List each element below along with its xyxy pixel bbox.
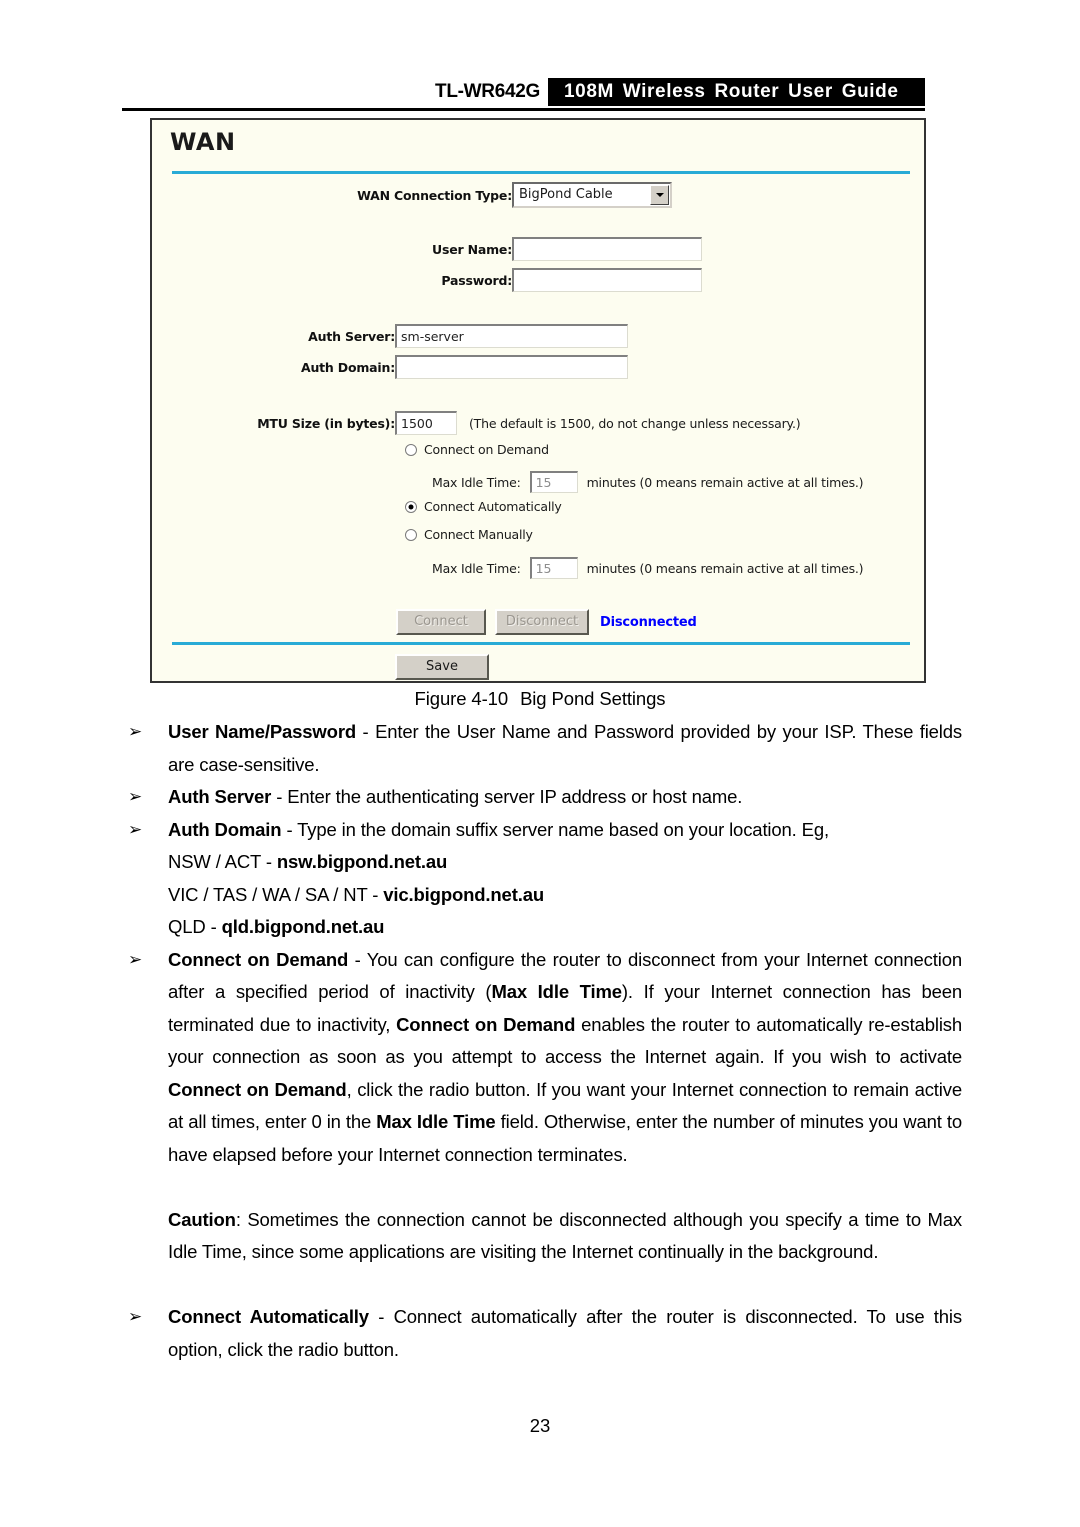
bullet-marker-icon: ➢ bbox=[128, 949, 143, 969]
caution-text: : Sometimes the connection cannot be dis… bbox=[168, 1208, 962, 1263]
password-input[interactable] bbox=[512, 268, 702, 292]
radio-label-connect-manually: Connect Manually bbox=[424, 527, 533, 542]
radio-icon-connect-automatically[interactable] bbox=[405, 500, 417, 513]
wan-connection-type-label: WAN Connection Type: bbox=[357, 187, 512, 203]
bullet-marker-icon: ➢ bbox=[128, 787, 143, 806]
radio-connect-automatically[interactable]: Connect Automatically bbox=[405, 499, 562, 514]
max-idle-time-input-2[interactable]: 15 bbox=[529, 557, 578, 579]
bullet-marker-icon: ➢ bbox=[128, 819, 143, 839]
auth-domain-input[interactable] bbox=[395, 355, 628, 379]
bullet-user-name-password: ➢ User Name/Password - Enter the User Na… bbox=[122, 716, 962, 781]
domain-example-vic: VIC / TAS / WA / SA / NT - vic.bigpond.n… bbox=[122, 879, 962, 912]
header-row: TL-WR642G 108M Wireless Router User Guid… bbox=[122, 78, 925, 106]
panel-top-rule bbox=[172, 171, 910, 174]
domain-example-qld: QLD - qld.bigpond.net.au bbox=[122, 911, 962, 944]
cod-b2: Connect on Demand bbox=[396, 1013, 576, 1035]
text-auth-domain: Type in the domain suffix server name ba… bbox=[297, 818, 829, 840]
auth-server-row: Auth Server: sm-server bbox=[308, 324, 628, 348]
auth-server-label: Auth Server: bbox=[308, 328, 395, 344]
disconnect-button[interactable]: Disconnect bbox=[495, 609, 589, 635]
auth-domain-row: Auth Domain: bbox=[301, 355, 628, 379]
cod-b4: Max Idle Time bbox=[376, 1111, 496, 1132]
mtu-size-row: MTU Size (in bytes): 1500 (The default i… bbox=[257, 411, 801, 435]
radio-connect-on-demand[interactable]: Connect on Demand bbox=[405, 442, 549, 457]
user-name-input[interactable] bbox=[512, 237, 702, 261]
figure-caption-text: Big Pond Settings bbox=[520, 688, 666, 709]
user-name-label: User Name: bbox=[432, 241, 512, 257]
wan-connection-type-row: WAN Connection Type: BigPond Cable bbox=[357, 182, 672, 208]
auth-domain-label: Auth Domain: bbox=[300, 359, 395, 375]
caution-term: Caution bbox=[168, 1208, 236, 1230]
save-row: Save bbox=[395, 654, 489, 680]
auth-server-input[interactable]: sm-server bbox=[395, 324, 628, 348]
header-divider-rule bbox=[122, 108, 925, 111]
bullet-connect-on-demand: ➢ Connect on Demand - You can configure … bbox=[122, 944, 962, 1172]
radio-label-connect-on-demand: Connect on Demand bbox=[424, 442, 549, 457]
term-connect-automatically: Connect Automatically bbox=[168, 1306, 369, 1327]
dash-1: - bbox=[271, 786, 288, 807]
connection-status-badge: Disconnected bbox=[600, 614, 697, 630]
radio-label-connect-automatically: Connect Automatically bbox=[424, 499, 562, 514]
bullet-auth-server: ➢ Auth Server - Enter the authenticating… bbox=[122, 781, 962, 814]
domain-region-nsw: NSW / ACT - bbox=[168, 851, 277, 872]
chevron-down-icon[interactable] bbox=[650, 185, 669, 205]
bullet-auth-domain: ➢ Auth Domain - Type in the domain suffi… bbox=[122, 814, 962, 847]
mtu-size-label: MTU Size (in bytes): bbox=[257, 415, 395, 431]
domain-region-vic: VIC / TAS / WA / SA / NT - bbox=[168, 883, 384, 905]
domain-example-nsw: NSW / ACT - nsw.bigpond.net.au bbox=[122, 846, 962, 879]
max-idle-time-label-1: Max Idle Time: bbox=[432, 474, 521, 490]
dash-cod: - bbox=[348, 948, 367, 970]
term-user-name-password: User Name/Password bbox=[168, 721, 357, 742]
term-auth-server: Auth Server bbox=[168, 786, 272, 807]
body-copy: ➢ User Name/Password - Enter the User Na… bbox=[122, 716, 962, 1366]
page-header: TL-WR642G 108M Wireless Router User Guid… bbox=[122, 78, 925, 112]
domain-value-qld: qld.bigpond.net.au bbox=[221, 916, 385, 937]
wan-connection-type-value: BigPond Cable bbox=[519, 187, 613, 202]
cod-b1: Max Idle Time bbox=[491, 981, 622, 1002]
dash-ca: - bbox=[368, 1306, 394, 1327]
term-auth-domain: Auth Domain bbox=[168, 818, 282, 840]
page-number: 23 bbox=[529, 1415, 551, 1436]
domain-value-vic: vic.bigpond.net.au bbox=[383, 883, 544, 905]
max-idle-time-input-1[interactable]: 15 bbox=[529, 471, 578, 493]
wan-settings-screenshot: WAN WAN Connection Type: BigPond Cable U… bbox=[150, 118, 926, 683]
connect-button[interactable]: Connect bbox=[396, 609, 486, 635]
radio-icon-connect-on-demand[interactable] bbox=[405, 443, 417, 456]
connection-action-row: Connect Disconnect Disconnected bbox=[396, 609, 697, 635]
radio-icon-connect-manually[interactable] bbox=[405, 528, 417, 541]
radio-connect-manually[interactable]: Connect Manually bbox=[405, 527, 533, 542]
bullet-marker-icon: ➢ bbox=[128, 1307, 143, 1326]
dash-0: - bbox=[356, 721, 376, 742]
max-idle-time-hint-1: minutes (0 means remain active at all ti… bbox=[586, 474, 864, 490]
dash-2: - bbox=[281, 818, 298, 840]
max-idle-time-hint-2: minutes (0 means remain active at all ti… bbox=[586, 560, 864, 576]
max-idle-time-row-2: Max Idle Time: 15 minutes (0 means remai… bbox=[432, 556, 864, 580]
save-button[interactable]: Save bbox=[395, 654, 489, 680]
wan-panel-title: WAN bbox=[170, 128, 236, 156]
figure-caption: Figure 4-10 Big Pond Settings bbox=[0, 688, 1080, 710]
bullet-connect-automatically: ➢ Connect Automatically - Connect automa… bbox=[122, 1301, 962, 1366]
figure-caption-number: Figure 4-10 bbox=[414, 688, 509, 709]
term-connect-on-demand: Connect on Demand bbox=[168, 948, 349, 970]
mtu-size-hint: (The default is 1500, do not change unle… bbox=[469, 415, 801, 431]
domain-region-qld: QLD - bbox=[168, 916, 222, 937]
domain-value-nsw: nsw.bigpond.net.au bbox=[276, 851, 448, 872]
password-row: Password: bbox=[441, 268, 702, 292]
max-idle-time-label-2: Max Idle Time: bbox=[432, 560, 521, 576]
caution-paragraph: Caution: Sometimes the connection cannot… bbox=[122, 1204, 962, 1269]
bullet-marker-icon: ➢ bbox=[128, 722, 143, 741]
header-guide-title: 108M Wireless Router User Guide bbox=[548, 78, 925, 106]
cod-b3: Connect on Demand bbox=[168, 1078, 347, 1100]
password-label: Password: bbox=[441, 272, 512, 288]
max-idle-time-row-1: Max Idle Time: 15 minutes (0 means remai… bbox=[432, 470, 864, 494]
wan-connection-type-select[interactable]: BigPond Cable bbox=[512, 182, 672, 208]
user-name-row: User Name: bbox=[432, 237, 702, 261]
text-auth-server: Enter the authenticating server IP addre… bbox=[287, 786, 743, 807]
mtu-size-input[interactable]: 1500 bbox=[395, 411, 457, 435]
header-model-name: TL-WR642G bbox=[435, 78, 548, 106]
panel-bottom-rule bbox=[172, 642, 910, 645]
